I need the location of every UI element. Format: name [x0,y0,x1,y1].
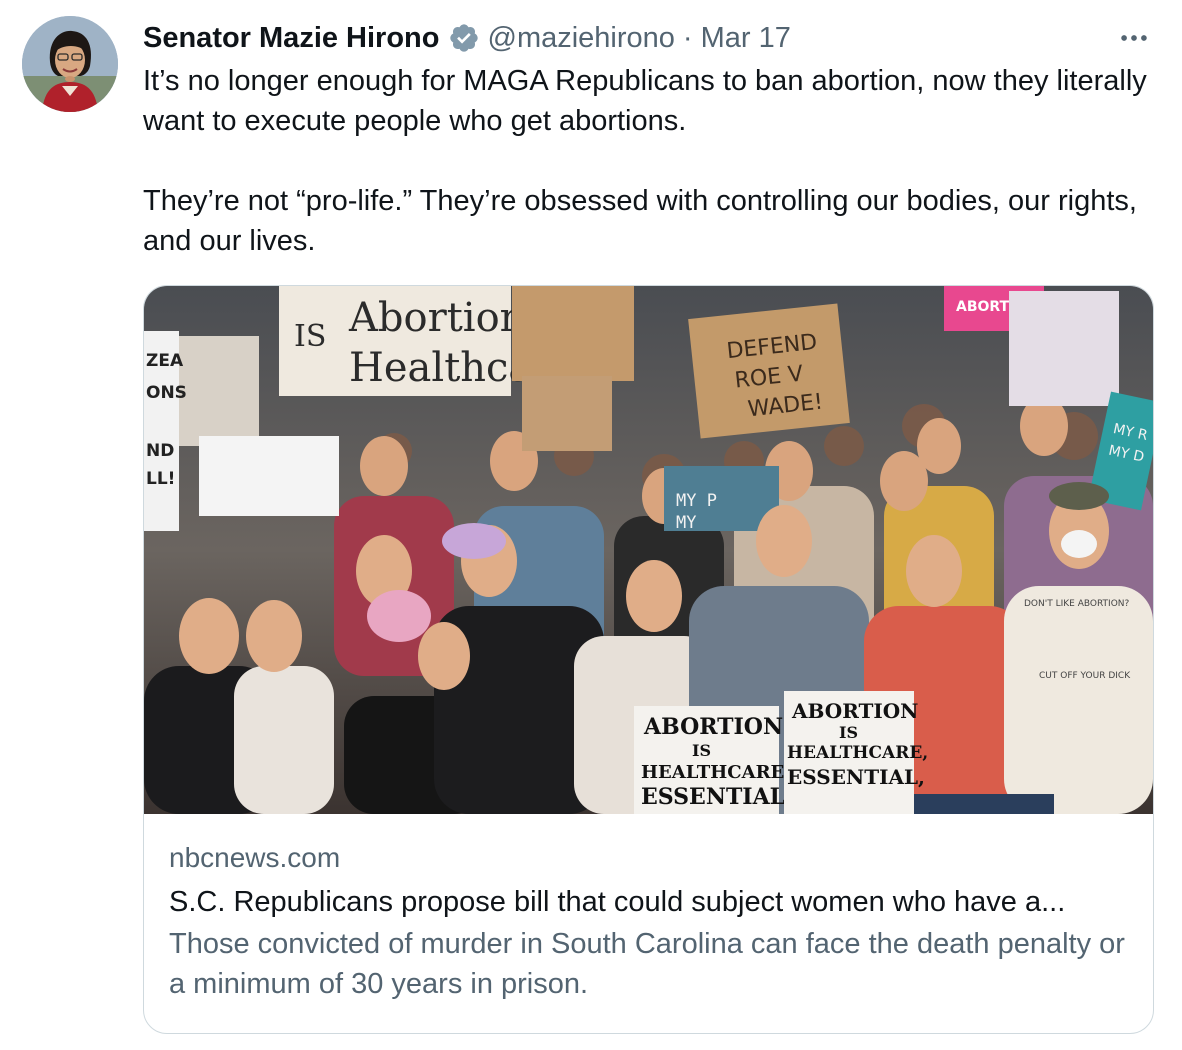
sign-text: Abortion [348,295,525,341]
meta-separator: · [682,21,693,54]
sign-text: ZEA [146,351,184,371]
sign-text: ABORTION [791,699,918,723]
sign-text: MY [676,513,696,533]
sign-text: ABORTION [643,714,783,740]
protest-photo-icon: IS Abortion Healthcare! DEFEND ROE V WAD… [144,286,1153,814]
sign-text: DON'T LIKE ABORTION? [1024,599,1130,609]
card-title: S.C. Republicans propose bill that could… [169,886,1066,918]
more-options-button[interactable] [1112,20,1156,56]
verified-badge-icon[interactable] [448,22,480,54]
tweet-text: It’s no longer enough for MAGA Republica… [143,61,1153,261]
tweet-header: Senator Mazie Hirono @maziehirono · Mar … [143,18,1156,58]
sign-text: HEALTHCARE, [641,762,791,783]
tweet-paragraph: It’s no longer enough for MAGA Republica… [143,65,1147,137]
sign-text: LL! [146,469,175,489]
card-description: Those convicted of murder in South Carol… [169,928,1125,1000]
sign-text: CUT OFF YOUR DICK [1039,671,1131,681]
author-handle[interactable]: @maziehirono [488,22,675,55]
author-display-name[interactable]: Senator Mazie Hirono [143,22,440,55]
sign-text: ESSENTIAL, [787,765,925,789]
tweet-paragraph: They’re not “pro-life.” They’re obsessed… [143,185,1137,257]
sign-text: IS [294,319,326,354]
sign-text: ESSENTIAL, [641,784,793,810]
author-avatar[interactable] [22,16,118,112]
sign-text: IS [692,741,711,760]
link-preview-card[interactable]: IS Abortion Healthcare! DEFEND ROE V WAD… [143,285,1154,1034]
card-image[interactable]: IS Abortion Healthcare! DEFEND ROE V WAD… [144,286,1153,814]
profile-photo-icon [22,16,118,112]
sign-text: ND [146,441,174,461]
tweet-date[interactable]: Mar 17 [701,22,791,55]
sign-text: MY P [676,491,717,511]
card-domain: nbcnews.com [169,842,341,873]
more-horizontal-icon [1121,35,1147,41]
sign-text: IS [839,723,858,742]
sign-text: ONS [146,383,187,403]
card-meta: nbcnews.com S.C. Republicans propose bil… [169,826,1128,1004]
sign-text: HEALTHCARE, [787,743,928,763]
